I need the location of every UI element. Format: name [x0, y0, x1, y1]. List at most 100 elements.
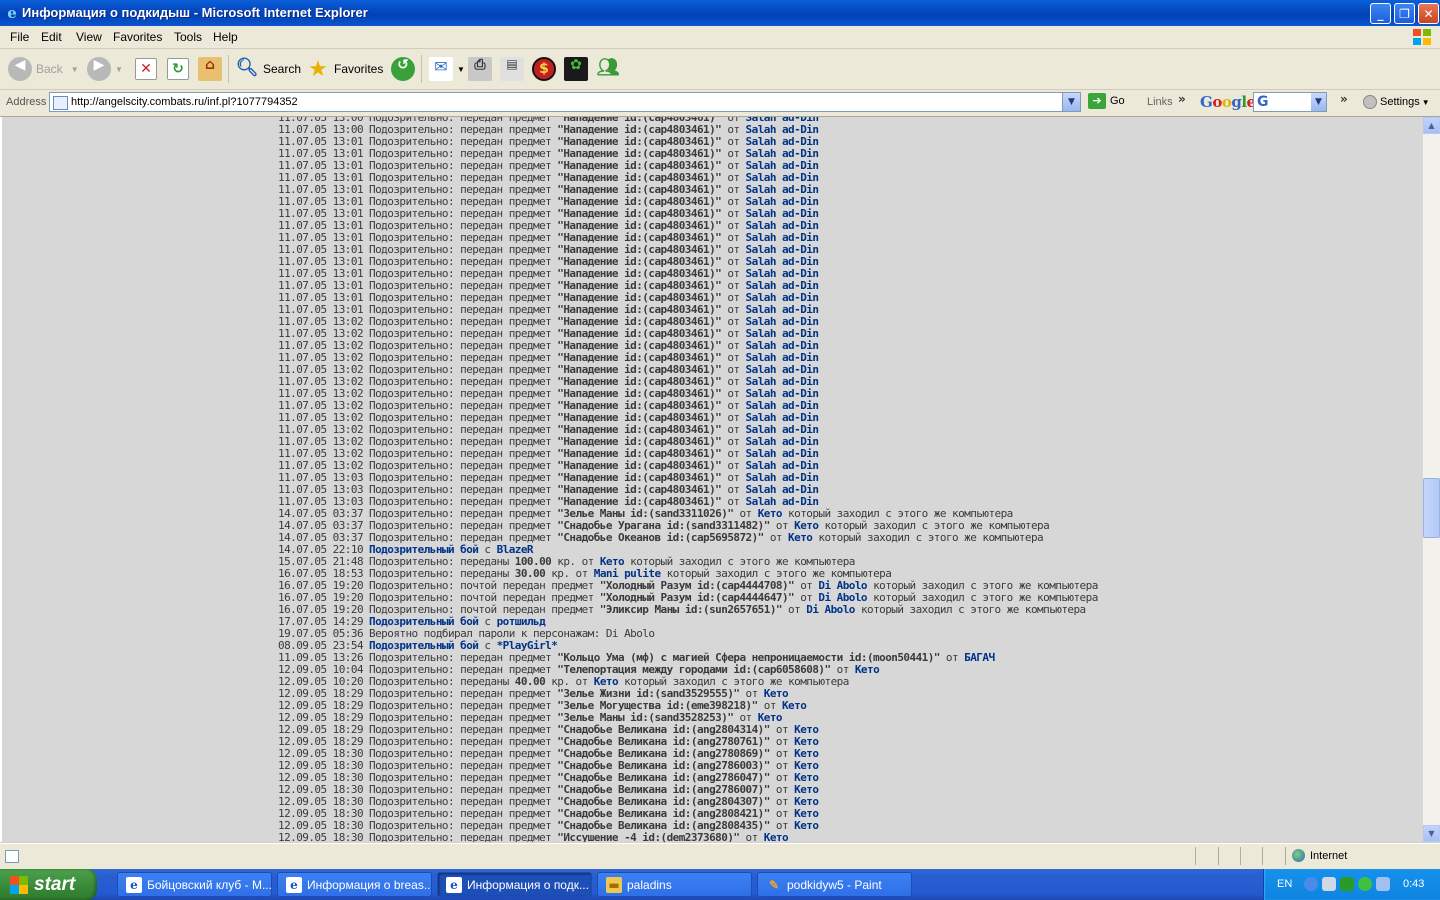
scroll-up-icon[interactable]: ▲ [1423, 117, 1440, 134]
favorites-button[interactable]: ★ Favorites [306, 55, 383, 83]
ie-icon: e [446, 876, 462, 893]
toolbar-button-flower[interactable]: ✿ [564, 55, 592, 83]
log-entry: 12.09.05 18:29 Подозрительно: передан пре… [278, 723, 1098, 736]
taskbar: start e Бойцовский клуб - M... e Информа… [0, 869, 1440, 900]
taskbar-item-active[interactable]: e Информация о подк... [437, 872, 592, 897]
log-entry: 12.09.05 18:30 Подозрительно: передан пре… [278, 819, 1098, 832]
back-label: Back [36, 62, 63, 76]
print-button[interactable]: ⎙ [468, 55, 496, 83]
address-input[interactable]: http://angelscity.combats.ru/inf.pl?1077… [49, 92, 1081, 112]
network-icon[interactable] [1322, 877, 1336, 891]
log-entry: 11.07.05 13:02 Подозрительно: передан пре… [278, 459, 1098, 472]
status-bar: Internet [0, 843, 1440, 869]
log-entry: 11.07.05 13:01 Подозрительно: передан пре… [278, 219, 1098, 232]
log-entry: 12.09.05 18:30 Подозрительно: передан пре… [278, 831, 1098, 842]
toolbar-button-dollar[interactable]: $ [532, 55, 560, 83]
log-text: Подозрительно: передан предмет [369, 831, 558, 842]
close-button[interactable]: ✕ [1418, 3, 1439, 24]
back-dropdown-icon[interactable]: ▼ [71, 65, 79, 74]
log-entry: 12.09.05 18:30 Подозрительно: передан пре… [278, 795, 1098, 808]
settings-button[interactable]: Settings ▼ [1363, 95, 1430, 109]
log-item: "Эликсир Маны id:(sun2657651)" [599, 603, 783, 616]
system-tray: EN 0:43 [1263, 869, 1440, 900]
zone-label: Internet [1310, 849, 1348, 862]
menu-edit[interactable]: Edit [41, 30, 62, 44]
globe-icon [1292, 849, 1305, 862]
start-button[interactable]: start [0, 869, 97, 900]
forward-dropdown-icon[interactable]: ▼ [115, 65, 123, 74]
taskbar-item[interactable]: ▬ paladins [597, 872, 752, 897]
menu-favorites[interactable]: Favorites [113, 30, 162, 44]
tray-expand-icon[interactable] [1304, 877, 1318, 891]
log-entry: 12.09.05 10:20 Подозрительно: переданы 40… [278, 675, 1098, 688]
address-dropdown-icon[interactable]: ▼ [1062, 93, 1080, 111]
log-user-link[interactable]: Di Abolo [806, 603, 855, 616]
mail-button[interactable]: ✉ ▼ [429, 55, 465, 83]
taskbar-item[interactable]: e Бойцовский клуб - M... [117, 872, 272, 897]
history-icon: ↺ [391, 57, 415, 81]
language-indicator[interactable]: EN [1277, 878, 1292, 890]
log-item: "Снадобье Океанов id:(cap5695872)" [557, 531, 764, 544]
log-entry: 12.09.05 18:30 Подозрительно: передан пре… [278, 771, 1098, 784]
menu-help[interactable]: Help [213, 30, 238, 44]
log-entry: 11.07.05 13:02 Подозрительно: передан пре… [278, 339, 1098, 352]
log-user-link[interactable]: Кето [788, 531, 813, 544]
taskbar-item[interactable]: e Информация о breas... [277, 872, 432, 897]
log-user-link[interactable]: Кето [782, 699, 807, 712]
status-separator [1262, 847, 1263, 865]
task-label: Информация о breas... [307, 877, 432, 892]
windows-flag-icon [10, 875, 28, 894]
google-dropdown-icon[interactable]: ▼ [1311, 93, 1326, 111]
messenger-button[interactable]: 👥︎ [596, 55, 624, 83]
status-separator [1195, 847, 1196, 865]
go-button[interactable]: ➔ Go [1088, 93, 1125, 109]
vertical-scrollbar[interactable]: ▲ ▼ [1423, 117, 1440, 842]
status-separator [1218, 847, 1219, 865]
google-chevron-icon[interactable]: » [1340, 92, 1348, 106]
home-button[interactable]: ⌂ [198, 55, 226, 83]
log-text: от [739, 831, 764, 842]
address-url[interactable]: http://angelscity.combats.ru/inf.pl?1077… [71, 96, 298, 108]
scroll-thumb[interactable] [1423, 478, 1440, 538]
log-entry: 15.07.05 21:48 Подозрительно: переданы 10… [278, 555, 1098, 568]
restore-button[interactable]: ❐ [1394, 3, 1415, 24]
log-user-link[interactable]: БАГАЧ [964, 651, 995, 664]
scroll-down-icon[interactable]: ▼ [1423, 825, 1440, 842]
edit-button[interactable]: ▤ [500, 55, 528, 83]
history-button[interactable]: ↺ [391, 55, 419, 83]
log-user-link[interactable]: Кето [794, 819, 819, 832]
log-entry: 11.07.05 13:02 Подозрительно: передан пре… [278, 411, 1098, 424]
search-button[interactable]: 🔍︎ Search [235, 55, 301, 83]
back-arrow-icon: ◀ [8, 57, 32, 81]
log-text: от [781, 603, 807, 616]
forward-button[interactable]: ▶ ▼ [87, 55, 123, 83]
page-icon [53, 96, 68, 110]
log-user-link[interactable]: Кето [855, 663, 880, 676]
minimize-button[interactable]: _ [1370, 3, 1391, 24]
mail-dropdown-icon[interactable]: ▼ [457, 65, 465, 74]
page-content: 11.07.05 13:00 Подозрительно: передан пре… [0, 117, 1423, 842]
log-entry: 11.07.05 13:01 Подозрительно: передан пре… [278, 207, 1098, 220]
taskbar-item[interactable]: ✎ podkidyw5 - Paint [757, 872, 912, 897]
log-entry: 11.07.05 13:03 Подозрительно: передан пре… [278, 471, 1098, 484]
log-text: от [763, 531, 789, 544]
forward-arrow-icon: ▶ [87, 57, 111, 81]
log-list: 11.07.05 13:00 Подозрительно: передан пре… [278, 117, 1098, 842]
log-entry: 12.09.05 18:29 Подозрительно: передан пре… [278, 735, 1098, 748]
refresh-button[interactable]: ↻ [167, 55, 193, 83]
links-label[interactable]: Links [1147, 96, 1173, 108]
google-search-box[interactable]: G ▼ [1253, 92, 1327, 112]
back-button[interactable]: ◀ Back ▼ [8, 55, 79, 83]
flower-tray-icon[interactable] [1358, 877, 1372, 891]
log-item: "Иссушение -4 id:(dem2373680)" [557, 831, 740, 842]
log-user-link[interactable]: Кето [764, 831, 789, 842]
google-logo: Google [1200, 93, 1256, 111]
address-label: Address [6, 96, 47, 108]
menu-tools[interactable]: Tools [174, 30, 202, 44]
menu-view[interactable]: View [76, 30, 102, 44]
tray-app-icon[interactable] [1340, 877, 1354, 891]
stop-button[interactable]: ✕ [135, 55, 161, 83]
star-tray-icon[interactable] [1376, 877, 1390, 891]
links-chevron-icon[interactable]: » [1178, 92, 1186, 106]
menu-file[interactable]: File [10, 30, 29, 44]
